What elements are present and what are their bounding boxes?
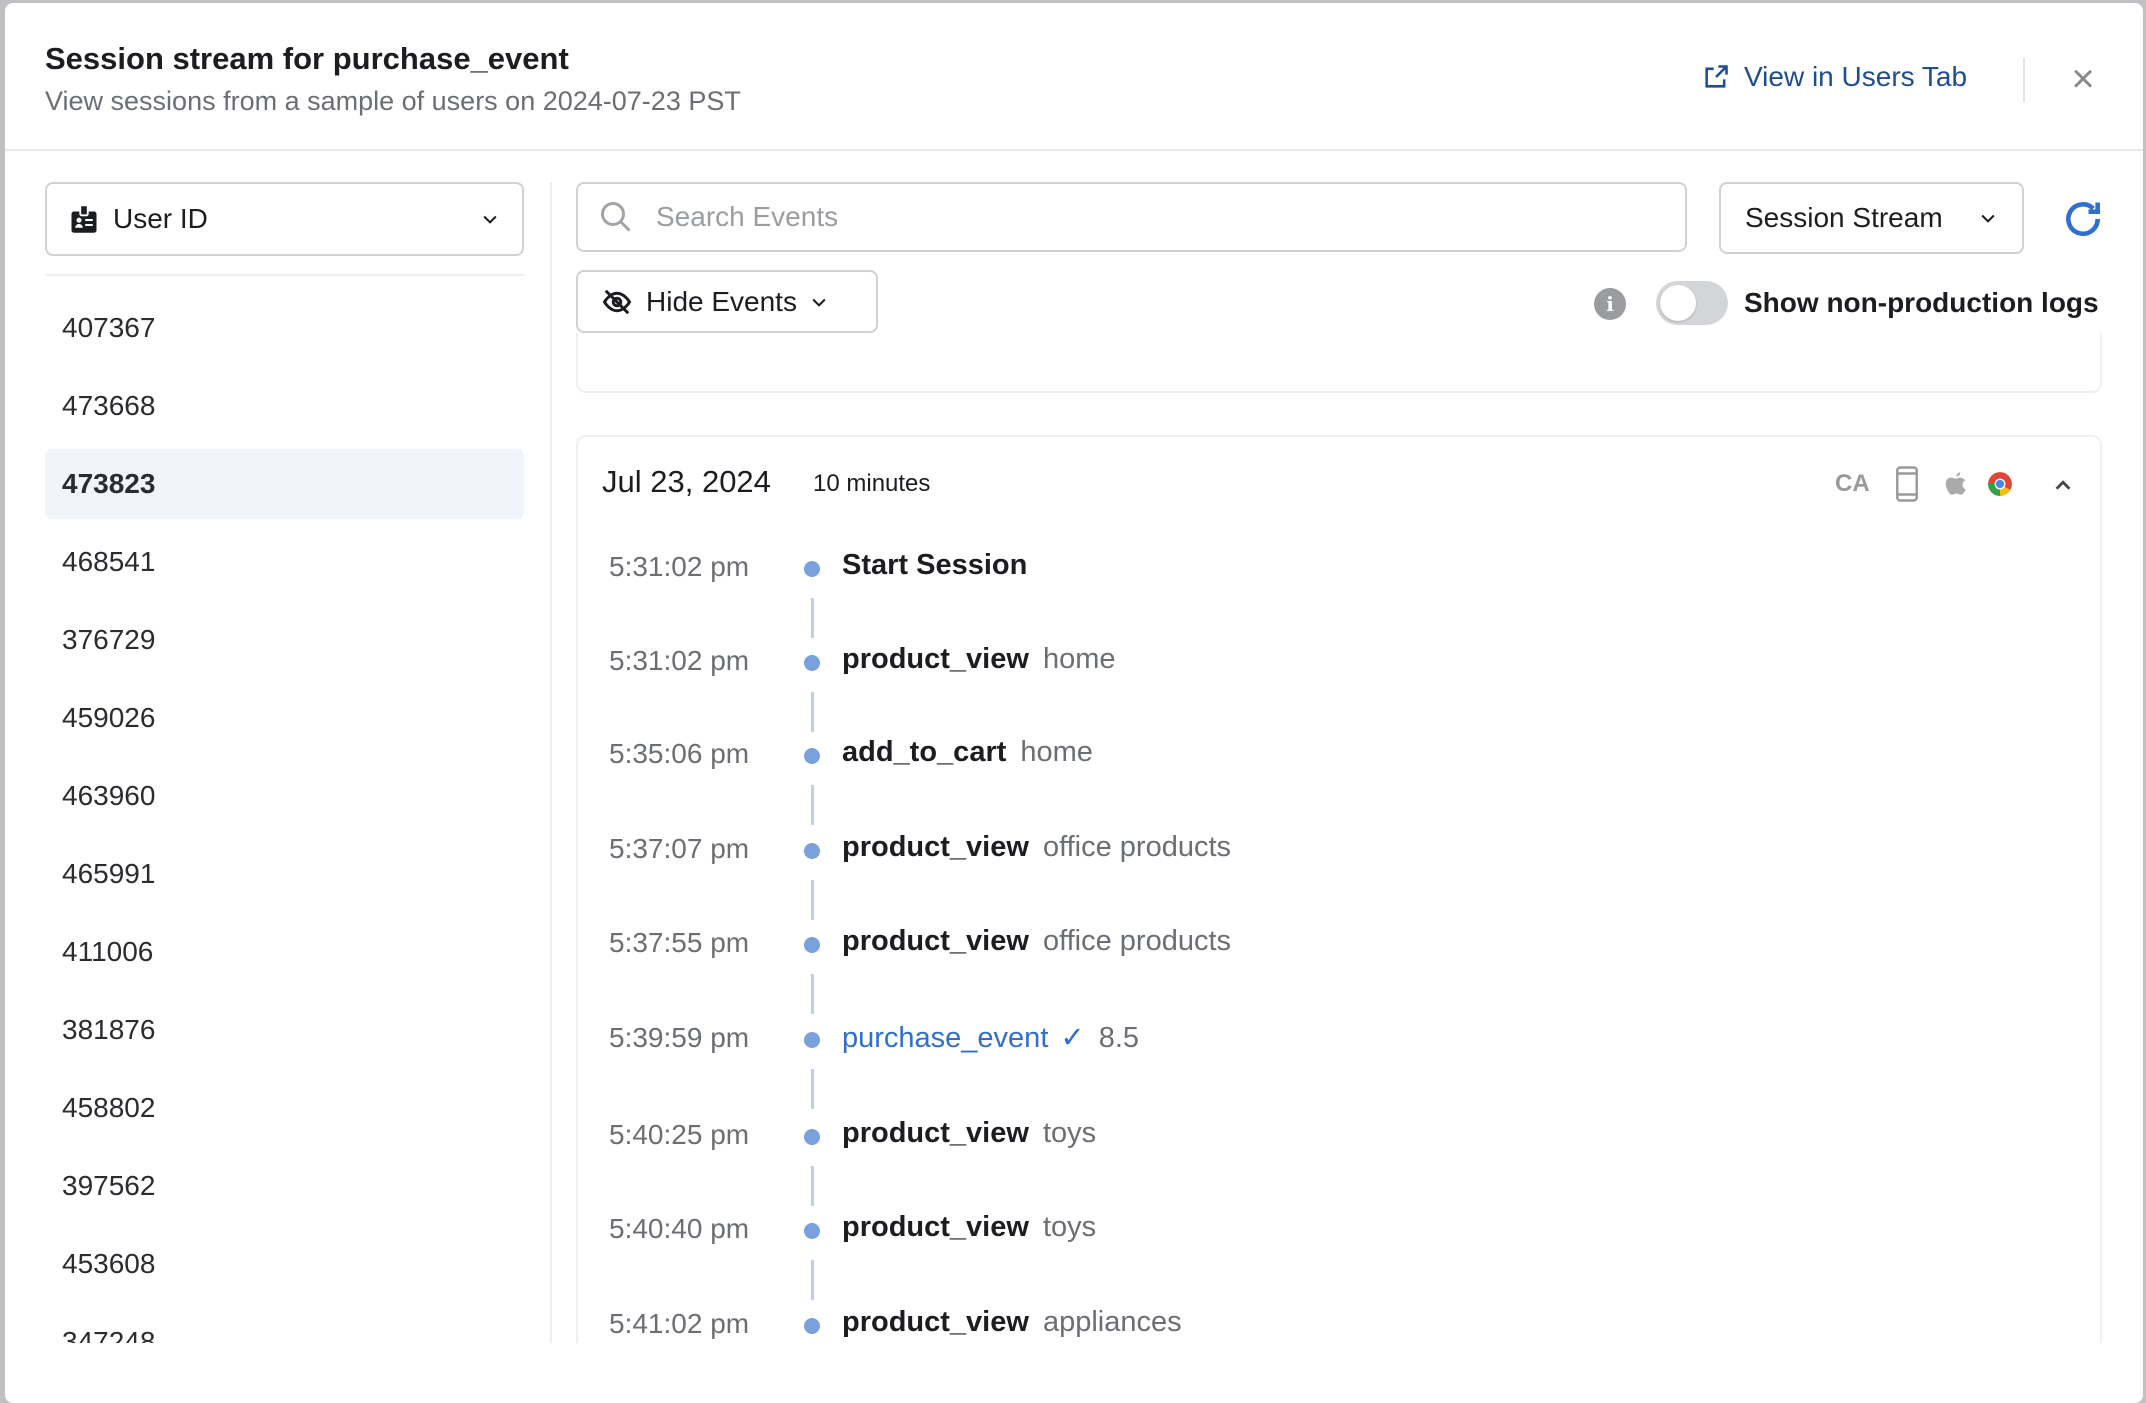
user-list[interactable]: 407367 473668 473823 468541 376729 459026 4639… [45, 293, 524, 1343]
timeline-dot [804, 1129, 820, 1145]
event-name: purchase_event [842, 1022, 1049, 1054]
user-list-item[interactable]: 411006 [45, 917, 524, 995]
search-events-input[interactable]: Search Events [576, 182, 1687, 252]
timeline-dot [804, 1223, 820, 1239]
timeline-connector [811, 598, 814, 638]
timeline-connector [811, 880, 814, 920]
phone-icon [1896, 466, 1918, 502]
event-time: 5:31:02 pm [609, 645, 750, 676]
user-list-item[interactable]: 458802 [45, 1073, 524, 1151]
event-name: product_view [842, 643, 1029, 675]
pane-divider [550, 182, 552, 1343]
session-stream-modal: Session stream for purchase_event View s… [5, 3, 2143, 1403]
view-mode-label: Session Stream [1745, 202, 1943, 233]
info-icon[interactable]: i [1594, 288, 1626, 320]
event-time: 5:40:25 pm [609, 1119, 750, 1150]
event-name: product_view [842, 1117, 1029, 1149]
timeline-dot [804, 937, 820, 953]
chevron-down-icon [483, 215, 497, 224]
chevron-up-icon[interactable] [2052, 474, 2074, 496]
event-property: appliances [1042, 1306, 1182, 1338]
event-row[interactable]: product_view home [842, 643, 1115, 676]
user-list-item[interactable]: 453608 [45, 1229, 524, 1307]
event-time: 5:31:02 pm [609, 551, 750, 582]
event-name: product_view [842, 1211, 1029, 1243]
event-property: home [1042, 643, 1116, 675]
toggle-knob [1660, 285, 1696, 321]
event-row[interactable]: add_to_cart home [842, 736, 1093, 769]
timeline-connector [811, 692, 814, 732]
toggle-label: Show non-production logs [1744, 287, 2099, 318]
chevron-down-icon [1981, 214, 1995, 223]
timeline-connector [811, 974, 814, 1014]
event-row[interactable]: product_view appliances [842, 1306, 1182, 1339]
user-list-item[interactable]: 407367 [45, 293, 524, 371]
list-divider [45, 274, 524, 276]
chevron-down-icon [812, 298, 826, 307]
timeline-dot [804, 843, 820, 859]
search-placeholder: Search Events [656, 201, 839, 232]
event-name: product_view [842, 831, 1029, 863]
timeline-dot [804, 655, 820, 671]
country-code: CA [1835, 470, 1870, 497]
user-list-item[interactable]: 459026 [45, 683, 524, 761]
hide-events-label: Hide Events [646, 285, 797, 317]
non-production-logs-toggle[interactable] [1656, 281, 1728, 325]
event-time: 5:41:02 pm [609, 1308, 750, 1339]
event-property: office products [1042, 925, 1232, 957]
event-time: 5:40:40 pm [609, 1213, 750, 1244]
event-name: product_view [842, 925, 1029, 957]
chrome-icon [1988, 472, 2012, 496]
timeline-dot [804, 748, 820, 764]
event-property: office products [1042, 831, 1232, 863]
user-list-item[interactable]: 347248 [45, 1307, 524, 1343]
session-date: Jul 23, 2024 [602, 464, 771, 499]
eye-slash-icon [602, 289, 632, 314]
event-row[interactable]: product_view toys [842, 1211, 1096, 1244]
user-list-item[interactable]: 463960 [45, 761, 524, 839]
view-mode-dropdown[interactable]: Session Stream [1719, 182, 2024, 254]
user-list-item[interactable]: 376729 [45, 605, 524, 683]
event-name: Start Session [842, 549, 1028, 581]
apple-icon [1945, 472, 1966, 495]
user-list-item[interactable]: 468541 [45, 527, 524, 605]
event-time: 5:37:55 pm [609, 927, 750, 958]
timeline-dot [804, 561, 820, 577]
timeline-connector [811, 785, 814, 825]
event-property: toys [1042, 1117, 1097, 1149]
event-time: 5:37:07 pm [609, 833, 750, 864]
event-row[interactable]: product_view toys [842, 1117, 1096, 1150]
user-list-item[interactable]: 473668 [45, 371, 524, 449]
event-property: toys [1042, 1211, 1097, 1243]
user-id-label: User ID [113, 203, 208, 234]
user-list-item[interactable]: 465991 [45, 839, 524, 917]
event-row[interactable]: purchase_event ✓ 8.5 [842, 1020, 1139, 1055]
event-name: add_to_cart [842, 736, 1007, 768]
previous-session-card [576, 333, 2102, 393]
event-time: 5:35:06 pm [609, 738, 750, 769]
user-list-item[interactable]: 473823 [45, 449, 524, 519]
event-row[interactable]: Start Session [842, 549, 1027, 582]
user-list-item[interactable]: 381876 [45, 995, 524, 1073]
event-property: home [1020, 736, 1093, 768]
session-duration: 10 minutes [813, 470, 931, 497]
timeline-dot [804, 1318, 820, 1334]
hide-events-dropdown[interactable]: Hide Events [576, 270, 878, 333]
event-name: product_view [842, 1306, 1029, 1338]
id-badge-icon [71, 204, 97, 233]
user-id-dropdown[interactable]: User ID [45, 182, 524, 256]
event-row[interactable]: product_view office products [842, 925, 1231, 958]
timeline-connector [811, 1166, 814, 1206]
user-list-item[interactable]: 397562 [45, 1151, 524, 1229]
refresh-icon[interactable] [2061, 197, 2105, 241]
event-property: 8.5 [1098, 1022, 1140, 1054]
event-time: 5:39:59 pm [609, 1022, 750, 1053]
search-icon [601, 202, 631, 232]
timeline-connector [811, 1069, 814, 1109]
check-icon: ✓ [1060, 1022, 1085, 1054]
modal-body: User ID 407367 473668 473823 468541 376729 45… [5, 3, 2143, 1343]
event-row[interactable]: product_view office products [842, 831, 1231, 864]
timeline-connector [811, 1260, 814, 1300]
timeline-dot [804, 1032, 820, 1048]
